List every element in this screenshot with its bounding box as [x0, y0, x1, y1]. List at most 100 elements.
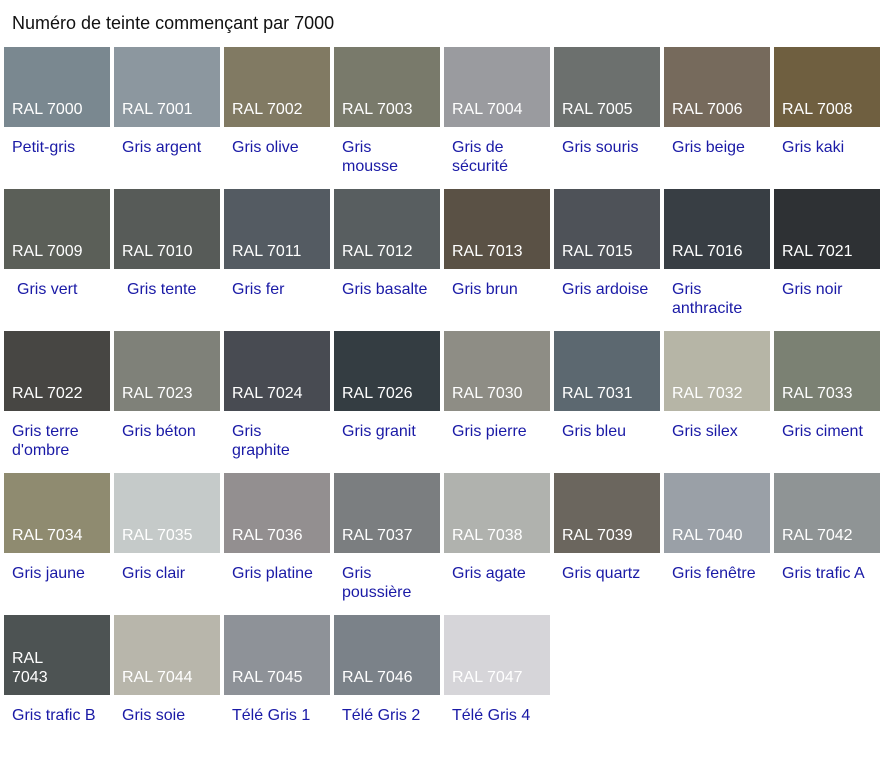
color-code-label: RAL 7022: [12, 385, 83, 402]
color-swatch[interactable]: RAL 7037: [334, 473, 440, 553]
color-name-link[interactable]: Gris clair: [114, 553, 220, 583]
color-name-link[interactable]: Gris ciment: [774, 411, 880, 441]
color-name-link[interactable]: Gris platine: [224, 553, 330, 583]
color-cell: RAL 7010 Gris tente: [114, 189, 220, 331]
color-cell: RAL 7016 Gris anthracite: [664, 189, 770, 331]
color-swatch[interactable]: RAL 7010: [114, 189, 220, 269]
color-swatch[interactable]: RAL 7043: [4, 615, 110, 695]
color-swatch[interactable]: RAL 7003: [334, 47, 440, 127]
color-code-label: RAL 7024: [232, 385, 303, 402]
color-name-link[interactable]: Gris granit: [334, 411, 440, 441]
color-swatch[interactable]: RAL 7044: [114, 615, 220, 695]
color-cell: RAL 7039 Gris quartz: [554, 473, 660, 615]
color-name-link[interactable]: Gris beige: [664, 127, 770, 157]
color-swatch[interactable]: RAL 7012: [334, 189, 440, 269]
color-swatch[interactable]: RAL 7040: [664, 473, 770, 553]
color-name-link[interactable]: Gris pierre: [444, 411, 550, 441]
color-code-label: RAL 7030: [452, 385, 523, 402]
color-name-link[interactable]: Gris fenêtre: [664, 553, 770, 583]
color-code-label: RAL 7037: [342, 527, 413, 544]
color-name-link[interactable]: Gris trafic A: [774, 553, 880, 583]
color-name-link[interactable]: Gris de sécurité: [444, 127, 532, 176]
color-swatch[interactable]: RAL 7023: [114, 331, 220, 411]
color-swatch[interactable]: RAL 7009: [4, 189, 110, 269]
color-swatch[interactable]: RAL 7039: [554, 473, 660, 553]
color-swatch[interactable]: RAL 7015: [554, 189, 660, 269]
color-cell: RAL 7021 Gris noir: [774, 189, 880, 331]
color-swatch[interactable]: RAL 7024: [224, 331, 330, 411]
color-swatch[interactable]: RAL 7036: [224, 473, 330, 553]
color-swatch[interactable]: RAL 7006: [664, 47, 770, 127]
color-swatch[interactable]: RAL 7035: [114, 473, 220, 553]
color-code-label: RAL 7012: [342, 243, 413, 260]
color-code-label: RAL 7038: [452, 527, 523, 544]
color-name-link[interactable]: Gris trafic B: [4, 695, 110, 725]
color-name-link[interactable]: Gris argent: [114, 127, 220, 157]
color-name-link[interactable]: Gris mousse: [334, 127, 422, 176]
color-name-link[interactable]: Télé Gris 2: [334, 695, 440, 725]
color-name-link[interactable]: Gris béton: [114, 411, 220, 441]
color-swatch[interactable]: RAL 7021: [774, 189, 880, 269]
page-title: Numéro de teinte commençant par 7000: [12, 13, 335, 33]
color-code-label: RAL 7003: [342, 101, 413, 118]
color-cell: RAL 7030 Gris pierre: [444, 331, 550, 473]
color-name-link[interactable]: Gris agate: [444, 553, 550, 583]
color-name-link[interactable]: Télé Gris 4: [444, 695, 550, 725]
color-name-link[interactable]: Gris graphite: [224, 411, 312, 460]
color-name-link[interactable]: Gris noir: [774, 269, 880, 299]
color-swatch[interactable]: RAL 7004: [444, 47, 550, 127]
color-cell: RAL 7037 Gris poussière: [334, 473, 440, 615]
color-name-link[interactable]: Gris basalte: [334, 269, 440, 299]
color-cell: RAL 7009 Gris vert: [4, 189, 110, 331]
color-name-link[interactable]: Gris anthracite: [664, 269, 752, 318]
color-swatch[interactable]: RAL 7013: [444, 189, 550, 269]
color-name-link[interactable]: Gris soie: [114, 695, 220, 725]
color-swatch[interactable]: RAL 7030: [444, 331, 550, 411]
color-cell: RAL 7044 Gris soie: [114, 615, 220, 757]
color-swatch[interactable]: RAL 7008: [774, 47, 880, 127]
color-name-link[interactable]: Gris vert: [4, 269, 110, 299]
color-swatch[interactable]: RAL 7026: [334, 331, 440, 411]
color-swatch[interactable]: RAL 7005: [554, 47, 660, 127]
color-swatch[interactable]: RAL 7016: [664, 189, 770, 269]
color-code-label: RAL 7042: [782, 527, 853, 544]
color-code-label: RAL 7026: [342, 385, 413, 402]
color-swatch[interactable]: RAL 7011: [224, 189, 330, 269]
color-code-label: RAL 7004: [452, 101, 523, 118]
color-name-link[interactable]: Gris ardoise: [554, 269, 660, 299]
color-name-link[interactable]: Gris jaune: [4, 553, 110, 583]
color-code-label: RAL 7001: [122, 101, 193, 118]
color-swatch[interactable]: RAL 7045: [224, 615, 330, 695]
color-swatch[interactable]: RAL 7032: [664, 331, 770, 411]
color-swatch[interactable]: RAL 7001: [114, 47, 220, 127]
color-name-link[interactable]: Télé Gris 1: [224, 695, 330, 725]
color-swatch[interactable]: RAL 7038: [444, 473, 550, 553]
color-swatch[interactable]: RAL 7000: [4, 47, 110, 127]
color-swatch[interactable]: RAL 7033: [774, 331, 880, 411]
color-name-link[interactable]: Gris kaki: [774, 127, 880, 157]
color-name-link[interactable]: Gris quartz: [554, 553, 660, 583]
color-name-link[interactable]: Gris silex: [664, 411, 770, 441]
color-name-link[interactable]: Gris bleu: [554, 411, 660, 441]
color-swatch[interactable]: RAL 7031: [554, 331, 660, 411]
color-name-link[interactable]: Gris brun: [444, 269, 550, 299]
color-code-label: RAL 7031: [562, 385, 633, 402]
color-name-link[interactable]: Gris fer: [224, 269, 330, 299]
color-swatch[interactable]: RAL 7022: [4, 331, 110, 411]
color-swatch[interactable]: RAL 7034: [4, 473, 110, 553]
color-swatch[interactable]: RAL 7002: [224, 47, 330, 127]
color-swatch[interactable]: RAL 7046: [334, 615, 440, 695]
color-name-link[interactable]: Gris poussière: [334, 553, 422, 602]
color-name-link[interactable]: Gris souris: [554, 127, 660, 157]
color-code-label: RAL 7009: [12, 243, 83, 260]
color-swatch[interactable]: RAL 7042: [774, 473, 880, 553]
color-name-link[interactable]: Gris olive: [224, 127, 330, 157]
color-swatch[interactable]: RAL 7047: [444, 615, 550, 695]
color-code-label: RAL 7021: [782, 243, 853, 260]
color-code-label: RAL 7045: [232, 669, 303, 686]
color-name-link[interactable]: Petit-gris: [4, 127, 110, 157]
color-name-link[interactable]: Gris terre d'ombre: [4, 411, 92, 460]
color-code-label: RAL 7011: [232, 243, 302, 260]
color-cell: RAL 7024 Gris graphite: [224, 331, 330, 473]
color-name-link[interactable]: Gris tente: [114, 269, 220, 299]
